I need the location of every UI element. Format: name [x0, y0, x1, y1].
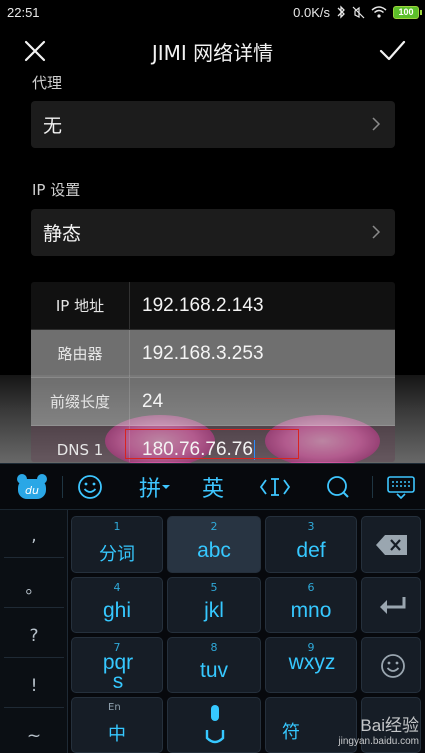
net-speed: 0.0K/s [293, 4, 330, 20]
close-icon[interactable] [20, 36, 50, 66]
language-switch-key[interactable]: En 中 [71, 697, 163, 753]
delete-key[interactable] [361, 516, 421, 573]
key-2[interactable]: 2 abc [167, 516, 261, 573]
watermark-brand: Bai经验 [360, 716, 419, 735]
key-label: pqrs [102, 651, 134, 693]
proxy-value: 无 [43, 115, 63, 137]
backspace-icon [376, 535, 407, 555]
key-number: 1 [113, 520, 121, 533]
key-label: def [296, 539, 326, 562]
punct-key-comma[interactable]: , [4, 514, 64, 558]
lang-small-label: En [108, 702, 121, 713]
key-label: tuv [199, 659, 228, 682]
pinyin-mode-button[interactable]: 拼 [130, 464, 180, 510]
chevron-right-icon [372, 117, 381, 131]
key-7[interactable]: 7 pqrs [71, 637, 163, 693]
microphone-icon [205, 705, 225, 744]
key-number: 4 [113, 581, 121, 594]
toolbar-divider [62, 476, 63, 498]
chevron-right-icon [372, 225, 381, 239]
router-label: 路由器 [31, 330, 130, 377]
key-9[interactable]: 9 wxyz [265, 637, 357, 693]
key-1[interactable]: 1 分词 [71, 516, 163, 573]
keyboard-hide-icon[interactable] [381, 464, 421, 510]
punct-key-period[interactable]: 。 [4, 564, 64, 608]
key-number: 3 [307, 520, 315, 533]
ip-settings-label: IP 设置 [32, 181, 81, 199]
watermark-url: jingyan.baidu.com [338, 736, 419, 747]
punct-key-question[interactable]: ? [4, 614, 64, 658]
ip-settings-value: 静态 [43, 223, 82, 245]
english-label: 英 [201, 477, 224, 502]
du-logo-icon[interactable]: du [14, 464, 50, 510]
bluetooth-icon [337, 5, 345, 19]
key-number: 5 [210, 581, 218, 594]
dns1-label: DNS 1 [31, 426, 130, 462]
punct-key-exclaim[interactable]: ! [4, 664, 64, 708]
key-3[interactable]: 3 def [265, 516, 357, 573]
router-input[interactable]: 192.168.3.253 [142, 330, 264, 377]
chevron-down-icon [162, 485, 170, 489]
checkmark-icon[interactable] [377, 36, 407, 66]
key-number: 2 [210, 520, 218, 533]
dns1-highlight-box [125, 429, 299, 459]
cursor-move-icon[interactable] [255, 464, 295, 510]
ip-address-row: IP 地址 192.168.2.143 [31, 282, 395, 330]
title-bar: JIMI 网络详情 [0, 24, 425, 78]
emoji-key[interactable] [361, 637, 421, 693]
enter-icon [380, 597, 406, 614]
key-label: jkl [204, 599, 224, 622]
ip-address-input[interactable]: 192.168.2.143 [142, 282, 264, 329]
prefix-length-input[interactable]: 24 [142, 378, 163, 425]
pinyin-label: 拼 [138, 477, 161, 502]
key-4[interactable]: 4 ghi [71, 577, 163, 633]
battery-icon: 100 [393, 5, 422, 19]
smiley-icon[interactable] [72, 464, 108, 510]
english-mode-button[interactable]: 英 [194, 464, 232, 510]
baidu-jingyan-watermark: Bai经验 jingyan.baidu.com [338, 711, 419, 747]
key-number: 8 [210, 641, 218, 654]
symbol-label: 符 [282, 722, 300, 743]
status-icons: 0.0K/s 100 [293, 4, 422, 20]
proxy-select[interactable]: 无 [31, 101, 395, 148]
prefix-length-label: 前缀长度 [31, 378, 130, 425]
svg-text:du: du [25, 484, 39, 497]
key-label: mno [290, 599, 332, 622]
enter-key[interactable] [361, 577, 421, 633]
status-time: 22:51 [7, 4, 40, 20]
ip-address-label: IP 地址 [31, 282, 130, 329]
punctuation-column: , 。 ? ! ~ [0, 510, 68, 753]
ime-keyboard: du 拼 英 , 。 ? ! ~ 1 分词 2 abc 3 def 4 ghi … [0, 463, 425, 753]
page-title: JIMI 网络详情 [151, 40, 274, 65]
key-6[interactable]: 6 mno [265, 577, 357, 633]
keyboard-toolbar: du 拼 英 [0, 463, 425, 510]
key-8[interactable]: 8 tuv [167, 637, 261, 693]
prefix-length-row: 前缀长度 24 [31, 378, 395, 426]
punct-key-tilde[interactable]: ~ [4, 714, 64, 753]
search-icon[interactable] [318, 464, 358, 510]
smiley-icon [381, 654, 405, 678]
key-label: wxyz [288, 651, 336, 674]
key-label: abc [197, 539, 231, 562]
router-row: 路由器 192.168.3.253 [31, 330, 395, 378]
key-number: 6 [307, 581, 315, 594]
ip-settings-select[interactable]: 静态 [31, 209, 395, 256]
key-5[interactable]: 5 jkl [167, 577, 261, 633]
wifi-icon [371, 6, 387, 18]
toolbar-divider [372, 476, 373, 498]
mute-icon [352, 6, 365, 18]
key-label: 分词 [99, 544, 135, 565]
lang-label: 中 [108, 724, 126, 745]
status-bar: 22:51 0.0K/s 100 [0, 0, 425, 24]
key-label: ghi [102, 599, 132, 622]
proxy-label: 代理 [32, 74, 63, 92]
